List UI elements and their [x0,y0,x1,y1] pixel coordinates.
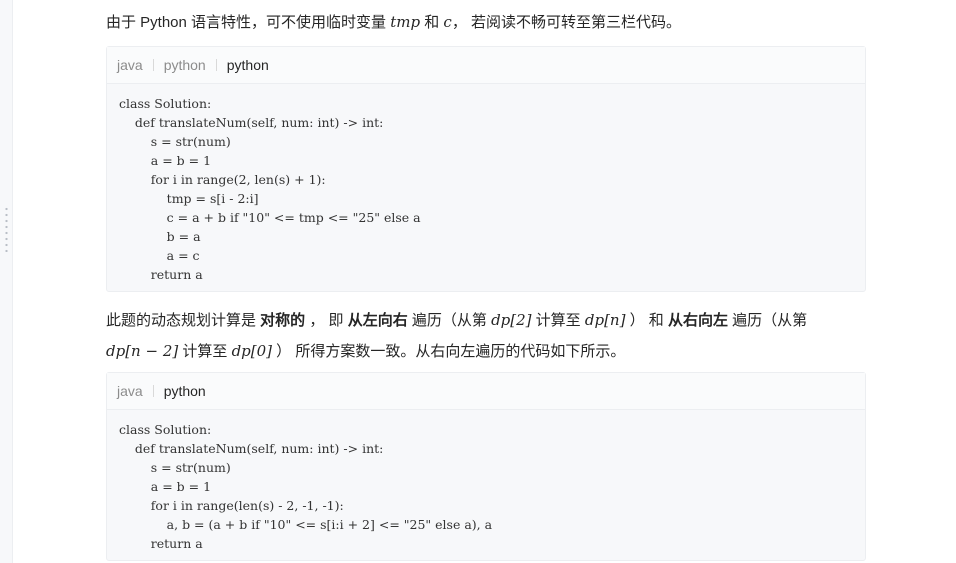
code-line: return a [119,536,203,551]
tab-python-1[interactable]: python [164,57,206,73]
intro-paragraph: 由于 Python 语言特性，可不使用临时变量 tmp 和 c， 若阅读不畅可转… [106,7,866,38]
tab-java[interactable]: java [117,383,143,399]
code-tabs-1: java python python [107,47,865,84]
p2-text-6: 遍历（从第 [727,312,808,329]
code-body-1[interactable]: class Solution: def translateNum(self, n… [107,84,865,294]
p2-text-2: ， 即 [305,312,348,329]
code-line: for i in range(len(s) - 2, -1, -1): [119,498,344,513]
math-dpn-2: dp[n − 2] [106,342,179,360]
p2-text-4: 计算至 [531,312,585,329]
code-line: s = str(num) [119,134,231,149]
code-line: class Solution: [119,96,212,111]
tab-python-2[interactable]: python [227,57,269,73]
code-line: a = c [119,248,200,263]
code-tabs-2: java python [107,373,865,410]
code-line: b = a [119,229,201,244]
left-rail [0,0,13,563]
p2-bold-symmetric: 对称的 [260,312,306,329]
drag-handle-icon[interactable] [5,206,8,252]
p2-text-3: 遍历（从第 [407,312,492,329]
code-line: c = a + b if "10" <= tmp <= "25" else a [119,210,421,225]
p2-text-7: 计算至 [178,343,232,360]
code-body-2[interactable]: class Solution: def translateNum(self, n… [107,410,865,563]
code-block-1: java python python class Solution: def t… [106,46,866,292]
tab-java[interactable]: java [117,57,143,73]
code-line: return a [119,267,203,282]
tab-python[interactable]: python [164,383,206,399]
tab-divider [152,385,154,397]
math-dp0: dp[0] [231,342,273,360]
math-dpn: dp[n] [584,311,626,329]
tab-divider [215,59,217,71]
code-block-2: java python class Solution: def translat… [106,372,866,561]
code-line: for i in range(2, len(s) + 1): [119,172,326,187]
math-c: c [443,13,452,31]
code-line: s = str(num) [119,460,231,475]
p2-text-8: ） 所得方案数一致。从右向左遍历的代码如下所示。 [272,343,626,360]
code-line: a = b = 1 [119,153,212,168]
code-line: def translateNum(self, num: int) -> int: [119,441,384,456]
code-line: class Solution: [119,422,212,437]
symmetry-paragraph: 此题的动态规划计算是 对称的 ， 即 从左向右 遍历（从第 dp[2] 计算至 … [106,305,866,367]
p2-text-1: 此题的动态规划计算是 [106,312,261,329]
math-tmp: tmp [390,13,421,31]
math-dp2: dp[2] [491,311,532,329]
code-line: a, b = (a + b if "10" <= s[i:i + 2] <= "… [119,517,493,532]
intro-text-after: ， 若阅读不畅可转至第三栏代码。 [451,14,681,31]
code-line: a = b = 1 [119,479,212,494]
code-line: def translateNum(self, num: int) -> int: [119,115,384,130]
intro-text-mid: 和 [420,14,444,31]
p2-bold-right-to-left: 从右向左 [667,312,728,329]
p2-text-5: ） 和 [625,312,668,329]
code-line: tmp = s[i - 2:i] [119,191,259,206]
p2-bold-left-to-right: 从左向右 [347,312,408,329]
tab-divider [152,59,154,71]
intro-text-before: 由于 Python 语言特性，可不使用临时变量 [106,14,391,31]
